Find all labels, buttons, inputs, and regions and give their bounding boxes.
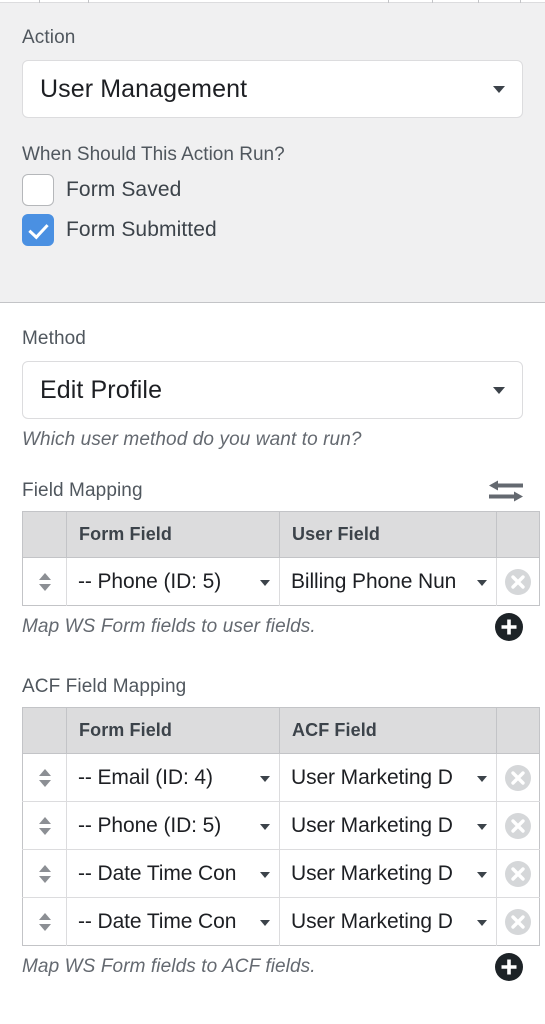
method-label: Method — [22, 328, 86, 349]
action-select[interactable]: User Management — [22, 60, 523, 118]
sort-updown-icon[interactable] — [37, 912, 53, 931]
form-field-select[interactable]: -- Date Time Con — [67, 898, 279, 945]
table-header-row: Form Field ACF Field — [22, 707, 540, 754]
user-field-cell[interactable]: Billing Phone Nun — [279, 557, 497, 606]
form-field-cell[interactable]: -- Email (ID: 4) — [66, 753, 280, 802]
sort-updown-icon[interactable] — [37, 816, 53, 835]
acf-field-select[interactable]: User Marketing D — [280, 898, 496, 945]
table-row: -- Email (ID: 4) User Marketing D — [22, 753, 540, 802]
acf-table-body: -- Email (ID: 4) User Marketing D -- Pho… — [22, 753, 540, 946]
chevron-down-icon — [477, 871, 487, 878]
action-settings-panel: Action User Management When Should This … — [0, 3, 545, 303]
swap-arrows-icon[interactable] — [489, 480, 523, 502]
form-field-select[interactable]: -- Phone (ID: 5) — [67, 802, 279, 849]
chevron-down-icon — [260, 823, 270, 830]
acf-field-mapping-title: ACF Field Mapping — [22, 676, 187, 697]
chevron-down-icon — [260, 775, 270, 782]
delete-row-cell[interactable] — [496, 801, 540, 850]
table-row: -- Phone (ID: 5) Billing Phone Nun — [22, 557, 540, 606]
acf-field-mapping-table: Form Field ACF Field -- Email (ID: 4) Us… — [22, 707, 540, 946]
remove-circle-icon[interactable] — [505, 764, 531, 791]
drag-handle-cell[interactable] — [22, 801, 67, 850]
col-delete — [496, 707, 540, 754]
field-mapping-title: Field Mapping — [22, 480, 143, 501]
form-field-select[interactable]: -- Email (ID: 4) — [67, 754, 279, 801]
drag-handle-cell[interactable] — [22, 753, 67, 802]
form-field-cell[interactable]: -- Date Time Con — [66, 849, 280, 898]
method-help-text: Which user method do you want to run? — [22, 429, 362, 450]
delete-row-cell[interactable] — [496, 753, 540, 802]
chevron-down-icon — [477, 823, 487, 830]
remove-circle-icon[interactable] — [505, 860, 531, 887]
remove-circle-icon[interactable] — [505, 908, 531, 935]
plus-circle-icon[interactable] — [495, 953, 523, 981]
table-header-row: Form Field User Field — [22, 511, 540, 558]
method-and-mapping-panel: Method Edit Profile Which user method do… — [0, 304, 545, 1024]
chevron-down-icon — [260, 579, 270, 586]
acf-field-select[interactable]: User Marketing D — [280, 802, 496, 849]
chevron-down-icon — [477, 579, 487, 586]
col-delete — [496, 511, 540, 558]
action-label: Action — [22, 27, 76, 48]
sort-updown-icon[interactable] — [37, 864, 53, 883]
sort-updown-icon[interactable] — [37, 572, 53, 591]
sort-updown-icon[interactable] — [37, 768, 53, 787]
table-row: -- Date Time Con User Marketing D — [22, 849, 540, 898]
drag-handle-cell[interactable] — [22, 897, 67, 946]
col-user-field: User Field — [279, 511, 497, 558]
delete-row-cell[interactable] — [496, 557, 540, 606]
delete-row-cell[interactable] — [496, 849, 540, 898]
method-select-wrapper[interactable]: Edit Profile — [22, 361, 523, 419]
checkbox-form-saved[interactable] — [22, 174, 54, 206]
col-handle — [22, 511, 67, 558]
form-field-cell[interactable]: -- Phone (ID: 5) — [66, 557, 280, 606]
field-mapping-header: Field Mapping — [22, 478, 523, 504]
remove-circle-icon[interactable] — [505, 812, 531, 839]
chevron-down-icon — [477, 775, 487, 782]
settings-panel: Action User Management When Should This … — [0, 0, 545, 1024]
checkbox-row-form-saved[interactable]: Form Saved — [22, 174, 523, 206]
method-select[interactable]: Edit Profile — [22, 361, 523, 419]
acf-field-mapping-footer: Map WS Form fields to ACF fields. — [22, 952, 523, 982]
acf-field-cell[interactable]: User Marketing D — [279, 897, 497, 946]
table-row: -- Date Time Con User Marketing D — [22, 897, 540, 946]
form-field-select[interactable]: -- Date Time Con — [67, 850, 279, 897]
col-handle — [22, 707, 67, 754]
drag-handle-cell[interactable] — [22, 557, 67, 606]
acf-field-cell[interactable]: User Marketing D — [279, 849, 497, 898]
acf-field-select[interactable]: User Marketing D — [280, 754, 496, 801]
form-field-select[interactable]: -- Phone (ID: 5) — [67, 558, 279, 605]
drag-handle-cell[interactable] — [22, 849, 67, 898]
plus-circle-icon[interactable] — [495, 613, 523, 641]
field-mapping-footer-text: Map WS Form fields to user fields. — [22, 616, 316, 637]
checkbox-form-submitted[interactable] — [22, 214, 54, 246]
acf-field-cell[interactable]: User Marketing D — [279, 753, 497, 802]
checkbox-row-form-submitted[interactable]: Form Submitted — [22, 214, 523, 246]
field-mapping-footer: Map WS Form fields to user fields. — [22, 612, 523, 642]
chevron-down-icon — [260, 871, 270, 878]
acf-field-cell[interactable]: User Marketing D — [279, 801, 497, 850]
user-field-select[interactable]: Billing Phone Nun — [280, 558, 496, 605]
action-select-wrapper[interactable]: User Management — [22, 60, 523, 118]
chevron-down-icon — [260, 919, 270, 926]
checkbox-label-form-saved: Form Saved — [66, 178, 182, 201]
form-field-cell[interactable]: -- Phone (ID: 5) — [66, 801, 280, 850]
col-form-field: Form Field — [66, 707, 280, 754]
acf-field-mapping-footer-text: Map WS Form fields to ACF fields. — [22, 956, 316, 977]
form-field-cell[interactable]: -- Date Time Con — [66, 897, 280, 946]
delete-row-cell[interactable] — [496, 897, 540, 946]
table-row: -- Phone (ID: 5) User Marketing D — [22, 801, 540, 850]
acf-field-mapping-header: ACF Field Mapping — [22, 674, 523, 700]
acf-field-select[interactable]: User Marketing D — [280, 850, 496, 897]
chevron-down-icon — [477, 919, 487, 926]
field-mapping-table: Form Field User Field -- Phone (ID: 5) B… — [22, 511, 540, 606]
col-acf-field: ACF Field — [279, 707, 497, 754]
run-when-label: When Should This Action Run? — [22, 144, 285, 165]
checkbox-label-form-submitted: Form Submitted — [66, 218, 217, 241]
col-form-field: Form Field — [66, 511, 280, 558]
remove-circle-icon[interactable] — [505, 568, 531, 595]
